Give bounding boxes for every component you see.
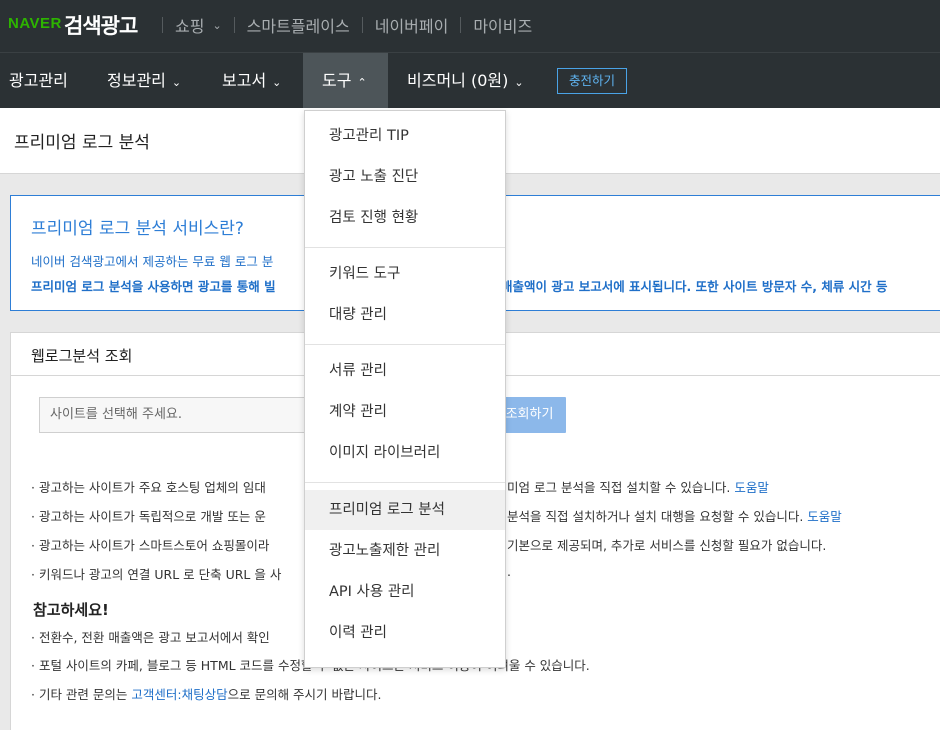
divider (460, 17, 462, 33)
chevron-down-icon: ⌄ (514, 76, 524, 89)
info-line-2-cont: 매출액이 광고 보고서에 표시됩니다. 또한 사이트 방문자 수, 체류 시간 … (501, 279, 888, 294)
main-nav: 광고관리 정보관리 ⌄ 보고서 ⌄ 도구 ⌃ 비즈머니 (0원) ⌄ 충전하기 (0, 52, 940, 108)
nav-label: 광고관리 (9, 71, 68, 90)
menu-item-exposure-limit[interactable]: 광고노출제한 관리 (305, 531, 505, 571)
chevron-up-icon: ⌃ (357, 76, 367, 89)
bullet-4: · 키워드나 광고의 연결 URL 로 단축 URL 을 사 (31, 567, 282, 582)
note-line-3: · 기타 관련 문의는 고객센터:채팅상담으로 문의해 주시기 바랍니다. (31, 684, 382, 703)
menu-divider (305, 247, 505, 248)
bullet-1-cont: 미엄 로그 분석을 직접 설치할 수 있습니다. 도움말 (507, 477, 769, 496)
top-nav-label: 마이비즈 (473, 17, 533, 36)
note-text: · 기타 관련 문의는 (31, 687, 132, 702)
divider (233, 17, 235, 33)
menu-item-review-status[interactable]: 검토 진행 현황 (305, 198, 505, 238)
nav-tools[interactable]: 도구 ⌃ (303, 53, 388, 108)
nav-report[interactable]: 보고서 ⌄ (222, 53, 281, 108)
note-line-1: · 전환수, 전환 매출액은 광고 보고서에서 확인 (31, 630, 270, 645)
divider (361, 17, 363, 33)
top-nav-smartplace[interactable]: 스마트플레이스 (247, 13, 350, 37)
menu-divider (305, 344, 505, 345)
tools-dropdown-menu: 광고관리 TIP 광고 노출 진단 검토 진행 현황 키워드 도구 대량 관리 … (304, 110, 506, 668)
nav-bizmoney[interactable]: 비즈머니 (0원) ⌄ (407, 53, 524, 108)
nav-label: 정보관리 (107, 71, 166, 90)
info-title: 프리미엄 로그 분석 서비스란? (31, 219, 244, 239)
menu-item-image-library[interactable]: 이미지 라이브러리 (305, 433, 505, 473)
bullet-3-cont: 기본으로 제공되며, 추가로 서비스를 신청할 필요가 없습니다. (507, 538, 827, 553)
top-nav-shopping[interactable]: 쇼핑 ⌄ (175, 13, 222, 37)
bullet-1: · 광고하는 사이트가 주요 호스팅 업체의 임대 (31, 480, 266, 495)
info-line-2: 프리미엄 로그 분석을 사용하면 광고를 통해 빌 (31, 279, 276, 294)
menu-item-ad-tip[interactable]: 광고관리 TIP (305, 116, 505, 156)
top-nav-label: 스마트플레이스 (246, 17, 350, 36)
nav-info-manage[interactable]: 정보관리 ⌄ (107, 53, 181, 108)
menu-item-document-manage[interactable]: 서류 관리 (305, 351, 505, 391)
top-nav-label: 쇼핑 (175, 17, 205, 36)
bullet-text: 분석을 직접 설치하거나 설치 대행을 요청할 수 있습니다. (507, 509, 804, 524)
top-bar: NAVER 검색광고 쇼핑 ⌄ 스마트플레이스 네이버페이 마이비즈 (0, 0, 940, 52)
bullet-2: · 광고하는 사이트가 독립적으로 개발 또는 운 (31, 509, 266, 524)
note-text: 으로 문의해 주시기 바랍니다. (227, 687, 382, 702)
top-nav-label: 네이버페이 (374, 17, 449, 36)
help-link[interactable]: 도움말 (734, 480, 769, 495)
info-line-1: 네이버 검색광고에서 제공하는 무료 웹 로그 분 (31, 254, 274, 269)
bullet-text: 미엄 로그 분석을 직접 설치할 수 있습니다. (507, 480, 731, 495)
menu-item-bulk-manage[interactable]: 대량 관리 (305, 295, 505, 335)
bullet-3: · 광고하는 사이트가 스마트스토어 쇼핑몰이라 (31, 538, 270, 553)
chevron-down-icon: ⌄ (212, 18, 222, 32)
page-title: 프리미엄 로그 분석 (14, 133, 150, 153)
top-nav-naverpay[interactable]: 네이버페이 (375, 13, 449, 37)
nav-label: 보고서 (222, 71, 267, 90)
bullet-2-cont: 분석을 직접 설치하거나 설치 대행을 요청할 수 있습니다. 도움말 (507, 506, 842, 525)
bullet-4-cont: . (507, 564, 511, 579)
menu-item-api-manage[interactable]: API 사용 관리 (305, 572, 505, 612)
note-title: 참고하세요! (33, 601, 109, 619)
chevron-down-icon: ⌄ (171, 76, 182, 89)
naver-logo[interactable]: NAVER (8, 15, 62, 32)
chat-support-link[interactable]: 고객센터:채팅상담 (131, 687, 227, 702)
site-select[interactable]: 사이트를 선택해 주세요. (39, 397, 339, 433)
menu-item-exposure-diagnosis[interactable]: 광고 노출 진단 (305, 157, 505, 197)
nav-ad-manage[interactable]: 광고관리 (9, 53, 68, 108)
divider (162, 17, 163, 33)
menu-divider (305, 482, 505, 483)
top-nav-mybiz[interactable]: 마이비즈 (473, 13, 532, 37)
nav-label: 비즈머니 (0원) (407, 71, 509, 90)
panel-title: 웹로그분석 조회 (31, 347, 133, 365)
menu-item-keyword-tool[interactable]: 키워드 도구 (305, 254, 505, 294)
searchad-title[interactable]: 검색광고 (64, 10, 138, 40)
charge-button[interactable]: 충전하기 (557, 68, 627, 94)
chevron-down-icon: ⌄ (272, 76, 282, 89)
menu-item-history-manage[interactable]: 이력 관리 (305, 613, 505, 653)
menu-item-contract-manage[interactable]: 계약 관리 (305, 392, 505, 432)
help-link[interactable]: 도움말 (807, 509, 842, 524)
nav-label: 도구 (322, 71, 352, 90)
top-nav: 쇼핑 ⌄ 스마트플레이스 네이버페이 마이비즈 (150, 13, 532, 37)
menu-item-premium-log[interactable]: 프리미엄 로그 분석 (305, 490, 505, 530)
